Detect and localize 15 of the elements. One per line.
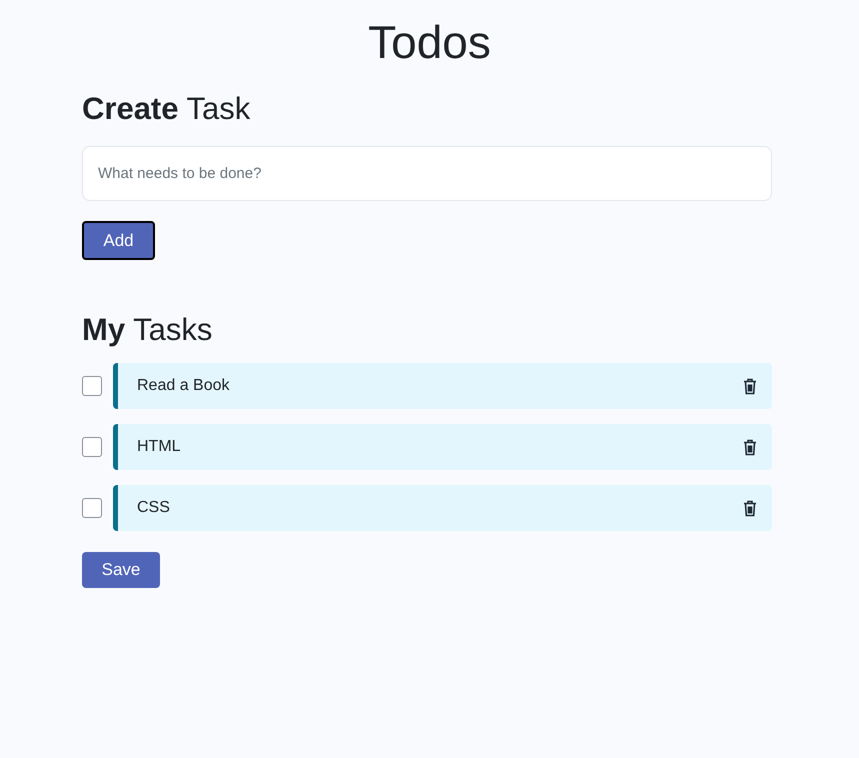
task-checkbox[interactable]: [82, 498, 102, 518]
task-checkbox[interactable]: [82, 437, 102, 457]
task-label: HTML: [137, 437, 181, 457]
page-title: Todos: [367, 15, 492, 65]
add-button[interactable]: Add: [82, 221, 155, 260]
section-heading: Create Task: [82, 93, 252, 124]
trash-icon[interactable]: [743, 378, 757, 394]
task-checkbox[interactable]: [82, 376, 102, 396]
trash-icon[interactable]: [743, 438, 757, 456]
save-button[interactable]: Save: [82, 552, 160, 588]
trash-icon[interactable]: [743, 500, 757, 516]
section-heading: My Tasks: [82, 314, 214, 345]
task-input[interactable]: What needs to be done?: [82, 146, 772, 201]
task-label: CSS: [137, 498, 170, 518]
task-label: Read a Book: [137, 376, 230, 396]
